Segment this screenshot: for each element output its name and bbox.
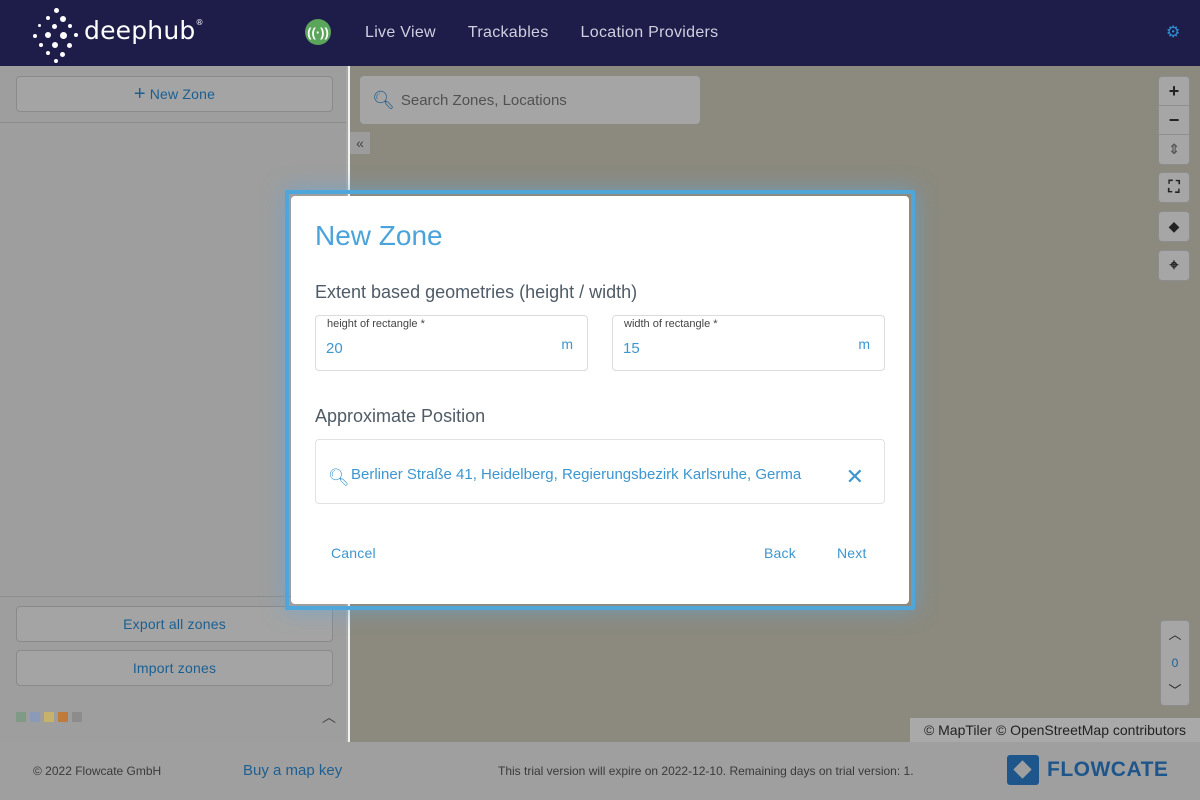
layers-icon[interactable]: ◆	[1159, 212, 1189, 241]
new-zone-button[interactable]: + New Zone	[16, 76, 333, 112]
locate-icon[interactable]: ⌖	[1159, 251, 1189, 280]
width-field[interactable]: width of rectangle * 15 m	[612, 315, 885, 371]
sidebar-divider	[0, 122, 346, 123]
nav-trackables[interactable]: Trackables	[468, 24, 549, 42]
color-swatch	[72, 712, 82, 722]
fullscreen-icon[interactable]: ⛶	[1159, 173, 1189, 202]
width-field-label: width of rectangle *	[623, 318, 719, 330]
main-nav: Live View Trackables Location Providers	[365, 0, 718, 66]
clear-icon[interactable]: ✕	[846, 466, 864, 488]
copyright-text: © 2022 Flowcate GmbH	[33, 764, 162, 778]
color-swatch	[16, 712, 26, 722]
search-icon: 🔍︎	[328, 468, 350, 487]
live-status-icon[interactable]: ((·))	[305, 19, 331, 45]
zoom-in-button[interactable]: +	[1159, 77, 1189, 106]
floor-selector: ︿ 0 ﹀	[1160, 620, 1190, 706]
height-field-label: height of rectangle *	[326, 318, 426, 330]
zone-search-box: 🔍︎	[360, 76, 700, 124]
import-zones-button[interactable]: Import zones	[16, 650, 333, 686]
flowcate-mark-icon	[1007, 755, 1039, 785]
logo-text: deephub®	[84, 15, 204, 45]
map-attribution[interactable]: © MapTiler © OpenStreetMap contributors	[910, 718, 1200, 742]
zoom-out-button[interactable]: −	[1159, 106, 1189, 135]
export-zones-label: Export all zones	[123, 616, 226, 632]
buy-map-key-link[interactable]: Buy a map key	[243, 762, 342, 779]
chevron-up-icon[interactable]: ︿	[320, 707, 338, 725]
export-zones-button[interactable]: Export all zones	[16, 606, 333, 642]
locate-control: ⌖	[1158, 250, 1190, 281]
layers-control: ◆	[1158, 211, 1190, 242]
flowcate-logo: FLOWCATE	[1007, 754, 1168, 786]
nav-live-view[interactable]: Live View	[365, 24, 436, 42]
app-header: deephub® ((·)) Live View Trackables Loca…	[0, 0, 1200, 66]
position-value[interactable]: Berliner Straße 41, Heidelberg, Regierun…	[351, 466, 833, 483]
color-swatch	[58, 712, 68, 722]
color-swatch	[44, 712, 54, 722]
back-button[interactable]: Back	[764, 545, 796, 561]
gear-icon[interactable]: ⚙	[1166, 25, 1182, 41]
position-section-heading: Approximate Position	[315, 406, 486, 426]
color-legend	[16, 712, 82, 722]
double-chevron-left-icon[interactable]: «	[350, 132, 370, 154]
flowcate-brand-text: FLOWCATE	[1047, 758, 1169, 781]
fullscreen-control: ⛶	[1158, 172, 1190, 203]
deephub-logo[interactable]: deephub®	[30, 0, 204, 66]
zoom-controls: + − ⇕	[1158, 76, 1190, 165]
cancel-button[interactable]: Cancel	[331, 545, 376, 561]
next-button[interactable]: Next	[837, 545, 867, 561]
chevron-up-icon[interactable]: ︿	[1161, 621, 1189, 649]
plus-icon: +	[133, 83, 146, 105]
trial-notice: This trial version will expire on 2022-1…	[498, 764, 914, 778]
height-unit: m	[561, 336, 573, 352]
nav-location-providers[interactable]: Location Providers	[581, 24, 719, 42]
chevron-down-icon[interactable]: ﹀	[1161, 677, 1189, 705]
dialog-title: New Zone	[315, 220, 443, 251]
extent-section-heading: Extent based geometries (height / width)	[315, 282, 638, 302]
new-zone-dialog: New Zone Extent based geometries (height…	[291, 196, 909, 604]
floor-value: 0	[1171, 656, 1179, 670]
height-field[interactable]: height of rectangle * 20 m	[315, 315, 588, 371]
new-zone-label: New Zone	[149, 86, 216, 102]
search-icon: 🔍︎	[372, 89, 395, 110]
color-swatch	[30, 712, 40, 722]
width-unit: m	[858, 336, 870, 352]
position-search-field[interactable]: 🔍︎ Berliner Straße 41, Heidelberg, Regie…	[315, 439, 885, 504]
zone-search-input[interactable]	[400, 91, 691, 109]
compass-icon[interactable]: ⇕	[1159, 135, 1189, 164]
import-zones-label: Import zones	[132, 660, 217, 676]
height-field-value[interactable]: 20	[326, 340, 343, 357]
width-field-value[interactable]: 15	[623, 340, 640, 357]
app-footer: © 2022 Flowcate GmbH Buy a map key This …	[0, 742, 1200, 800]
logo-dots-icon	[30, 2, 82, 64]
